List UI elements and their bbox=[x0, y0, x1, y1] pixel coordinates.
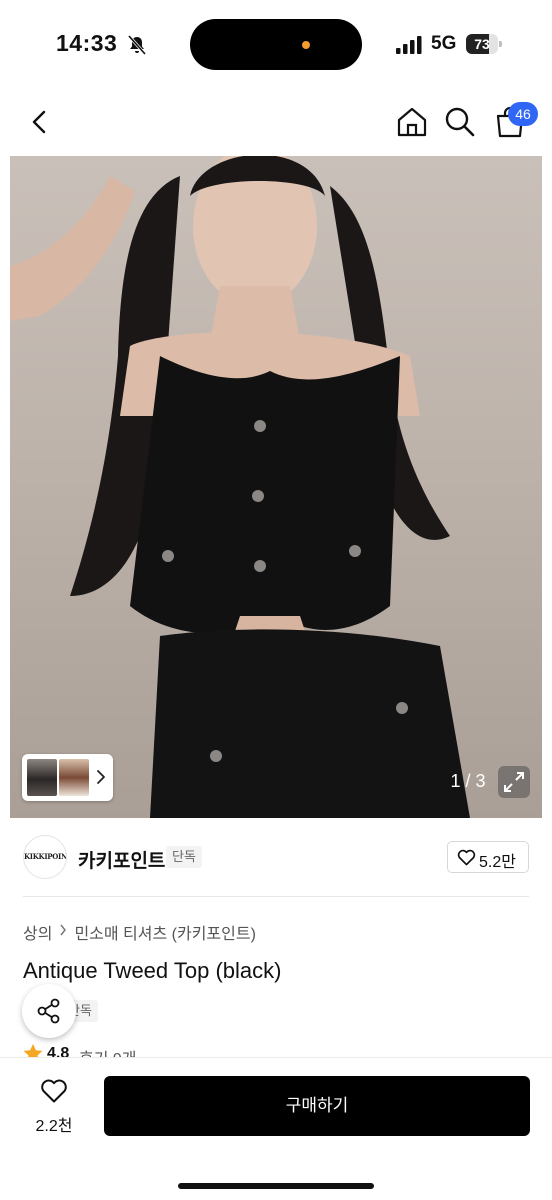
chevron-left-icon[interactable] bbox=[22, 104, 58, 140]
shop-info: KIKKIPOINT 카키포인트 단독 5.2만 bbox=[0, 832, 552, 884]
shop-name[interactable]: 카키포인트 bbox=[78, 846, 165, 873]
clock: 14:33 bbox=[56, 30, 118, 56]
breadcrumb: 상의 민소매 티셔츠 (카키포인트) bbox=[23, 920, 256, 944]
home-indicator bbox=[178, 1183, 374, 1189]
wishlist-button[interactable]: 2.2천 bbox=[22, 1078, 86, 1138]
product-image[interactable] bbox=[10, 156, 542, 818]
privacy-indicator bbox=[302, 41, 310, 49]
top-navigation bbox=[0, 96, 552, 148]
shop-logo[interactable]: KIKKIPOINT bbox=[23, 835, 67, 879]
heart-icon bbox=[41, 1079, 67, 1103]
chevron-right-icon bbox=[60, 924, 67, 936]
bell-slash-icon bbox=[127, 35, 147, 55]
shop-like-button[interactable]: 5.2만 bbox=[447, 841, 529, 873]
search-icon[interactable] bbox=[442, 104, 478, 140]
thumbnail-strip[interactable] bbox=[22, 754, 113, 801]
chevron-right-icon bbox=[97, 770, 105, 784]
thumbnail-1[interactable] bbox=[27, 759, 57, 796]
cellular-signal-icon bbox=[396, 36, 422, 54]
bottom-action-bar: 2.2천 구매하기 bbox=[0, 1058, 552, 1200]
exclusive-badge: 단독 bbox=[166, 846, 202, 868]
battery-level: 73 bbox=[474, 36, 490, 52]
share-icon bbox=[37, 998, 60, 1024]
status-bar: 14:33 5G 73 bbox=[0, 0, 552, 90]
shop-like-count: 5.2만 bbox=[479, 854, 516, 871]
cart-count-badge: 46 bbox=[508, 102, 538, 126]
breadcrumb-subcategory[interactable]: 민소매 티셔츠 (카키포인트) bbox=[74, 926, 255, 943]
dynamic-island bbox=[190, 19, 362, 70]
expand-icon bbox=[504, 772, 524, 792]
buy-button[interactable]: 구매하기 bbox=[104, 1076, 530, 1136]
divider bbox=[23, 896, 529, 897]
image-counter: 1 / 3 bbox=[450, 771, 486, 791]
share-button[interactable] bbox=[22, 984, 76, 1038]
home-icon[interactable] bbox=[394, 104, 430, 140]
wishlist-count: 2.2천 bbox=[35, 1118, 73, 1135]
heart-icon bbox=[457, 849, 476, 866]
breadcrumb-category[interactable]: 상의 bbox=[23, 926, 52, 943]
model-photo-illustration bbox=[10, 156, 470, 818]
thumbnail-2[interactable] bbox=[59, 759, 89, 796]
battery-icon: 73 bbox=[466, 34, 502, 54]
expand-button[interactable] bbox=[498, 766, 530, 798]
product-title: Antique Tweed Top (black) bbox=[23, 958, 282, 983]
network-type: 5G bbox=[431, 33, 457, 54]
